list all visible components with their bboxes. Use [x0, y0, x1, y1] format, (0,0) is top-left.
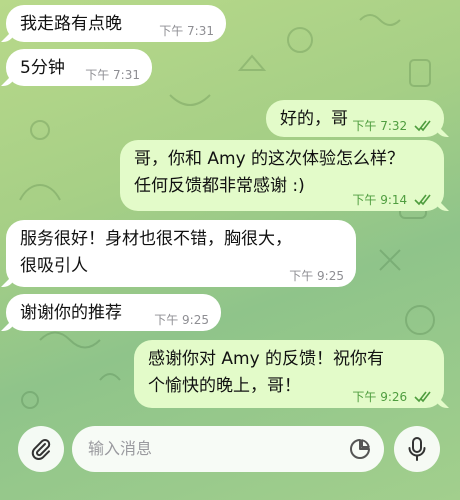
message-incoming[interactable]: 服务很好！身材也很不错，胸很大， 很吸引人 下午 9:25	[6, 220, 356, 287]
message-time: 下午 7:32	[352, 119, 408, 133]
message-text: 5分钟	[20, 58, 65, 78]
paperclip-icon	[31, 438, 51, 460]
message-time: 下午 9:25	[154, 313, 209, 327]
message-incoming[interactable]: 谢谢你的推荐 下午 9:25	[6, 294, 221, 331]
microphone-icon	[408, 437, 426, 461]
message-incoming[interactable]: 5分钟 下午 7:31	[6, 49, 152, 86]
voice-record-button[interactable]	[394, 426, 440, 472]
message-time: 下午 9:26	[352, 390, 408, 404]
attach-button[interactable]	[18, 426, 64, 472]
message-incoming[interactable]: 我走路有点晚 下午 7:31	[6, 5, 226, 42]
double-check-icon	[414, 391, 431, 403]
message-input-placeholder: 输入消息	[88, 439, 153, 458]
message-time: 下午 9:25	[289, 269, 344, 283]
message-time: 下午 9:14	[352, 193, 408, 207]
message-text-line: 感谢你对 Amy 的反馈！祝你有	[148, 349, 385, 369]
message-time: 下午 7:31	[85, 68, 140, 82]
double-check-icon	[414, 120, 431, 132]
message-text: 谢谢你的推荐	[20, 303, 122, 323]
message-text: 好的，哥	[280, 109, 348, 129]
double-check-icon	[414, 194, 431, 206]
message-outgoing[interactable]: 好的，哥 下午 7:32	[266, 100, 444, 137]
composer-bar: 输入消息	[0, 420, 460, 500]
message-meta: 下午 9:26	[352, 390, 432, 404]
message-outgoing[interactable]: 哥，你和 Amy 的这次体验怎么样？ 任何反馈都非常感谢 :) 下午 9:14	[120, 140, 444, 211]
message-text: 我走路有点晚	[20, 14, 122, 34]
message-meta: 下午 7:32	[352, 119, 432, 133]
message-outgoing[interactable]: 感谢你对 Amy 的反馈！祝你有 个愉快的晚上，哥！ 下午 9:26	[134, 340, 444, 408]
sticker-icon[interactable]	[348, 437, 372, 461]
message-text-line: 哥，你和 Amy 的这次体验怎么样？	[134, 149, 405, 169]
message-time: 下午 7:31	[159, 24, 214, 38]
message-list: 我走路有点晚 下午 7:31 5分钟 下午 7:31 好的，哥 下午 7:32 …	[0, 0, 460, 420]
message-input[interactable]: 输入消息	[72, 426, 384, 472]
message-text-line: 服务很好！身材也很不错，胸很大，	[20, 229, 292, 249]
message-meta: 下午 9:14	[352, 193, 432, 207]
